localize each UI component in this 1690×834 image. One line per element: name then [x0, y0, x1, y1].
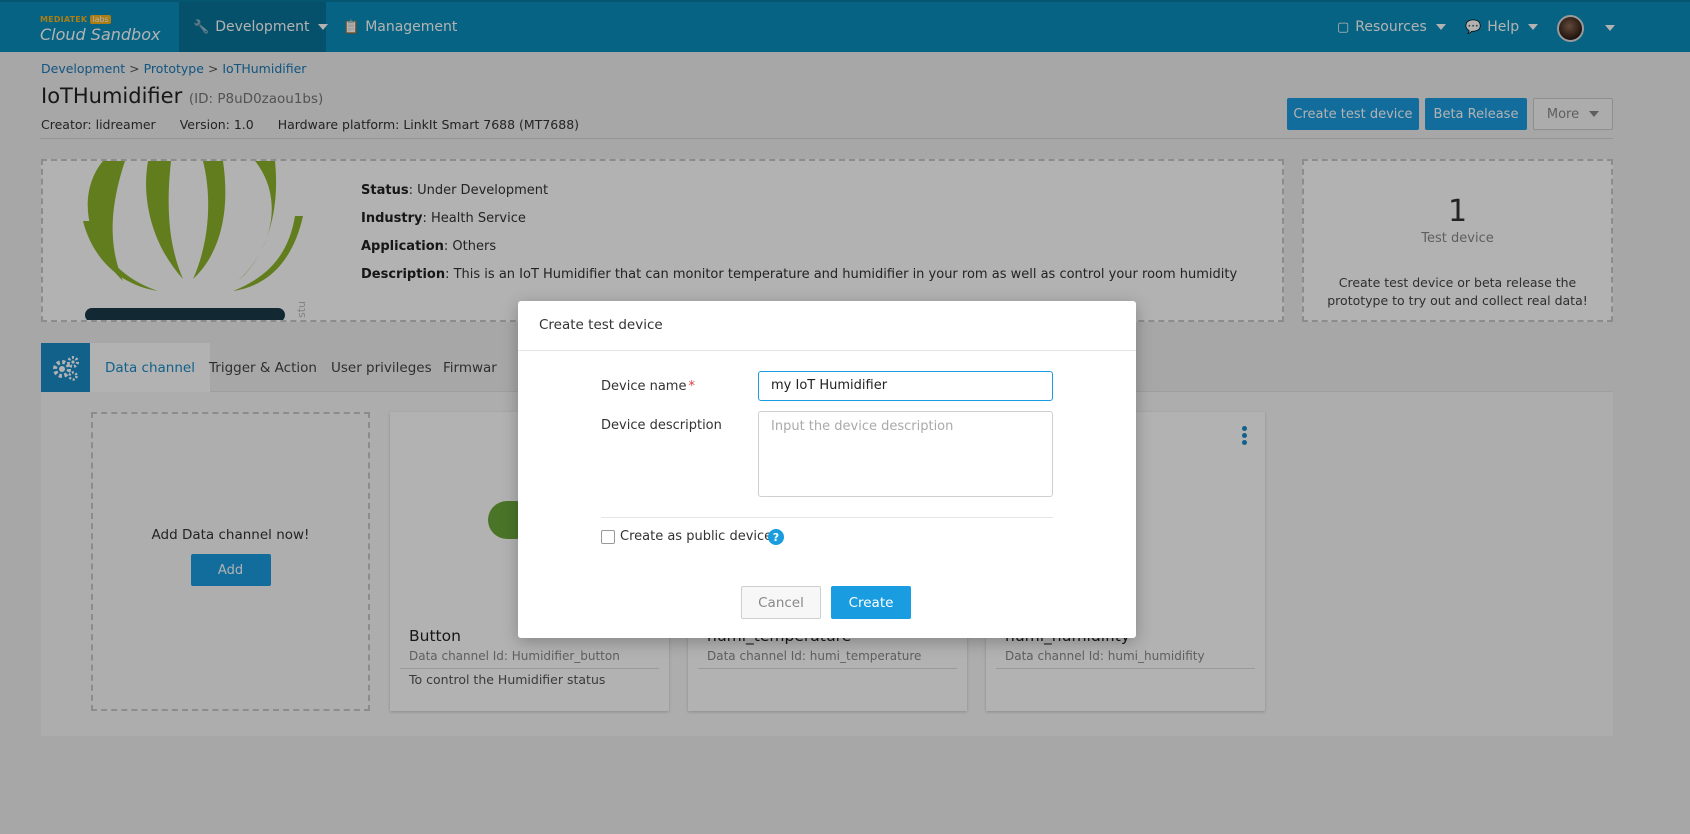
device-name-input[interactable]: my IoT Humidifier [758, 371, 1053, 401]
device-description-input[interactable]: Input the device description [758, 411, 1053, 497]
create-test-device-dialog: Create test device Device name * my IoT H… [518, 301, 1136, 638]
public-device-checkbox[interactable] [601, 530, 615, 544]
dialog-divider [518, 350, 1136, 351]
device-description-label: Device description [601, 418, 722, 433]
dialog-divider [601, 517, 1053, 518]
device-name-label: Device name * [601, 379, 695, 394]
help-icon[interactable]: ? [768, 529, 784, 545]
create-button[interactable]: Create [831, 586, 911, 619]
public-device-label[interactable]: Create as public device [620, 529, 772, 544]
dialog-title: Create test device [539, 317, 663, 333]
required-mark: * [688, 379, 695, 394]
cancel-button[interactable]: Cancel [741, 586, 821, 619]
